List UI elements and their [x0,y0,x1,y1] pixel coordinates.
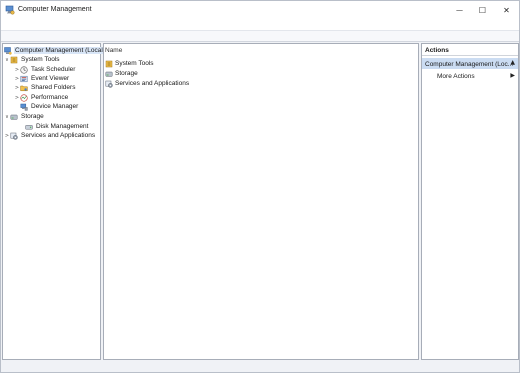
tree-item-label: Storage [21,113,44,120]
tree-item-services-and-applications[interactable]: > Services and Applications [4,131,96,140]
status-bar [1,362,519,372]
tree-item-label: Task Scheduler [31,66,76,73]
storage-icon [105,71,113,77]
list-item-label: Services and Applications [115,80,190,87]
shared-folders-icon [20,85,28,91]
more-actions-item[interactable]: More Actions ▶ [422,72,518,82]
submenu-arrow-icon: ▶ [510,72,515,79]
tree-item-label: Event Viewer [31,75,70,82]
tree-item-label: Performance [31,94,69,101]
services-icon [105,80,113,88]
tree-item-label: Device Manager [31,103,79,110]
tree-item-performance[interactable]: > Performance [14,93,69,102]
system-tools-icon [105,60,113,67]
storage-icon [10,114,18,120]
title-bar[interactable]: Computer Management — ☐ ✕ [1,1,519,20]
tree-item-label: Services and Applications [21,132,96,139]
list-item-label: System Tools [115,60,154,67]
close-icon: ✕ [503,5,510,15]
tree-item-storage[interactable]: ∨ Storage [4,112,45,121]
tree-item-label: Computer Management (Local) [14,47,106,54]
minimize-icon: — [456,6,463,14]
collapse-arrow-icon[interactable]: ▲ [510,59,515,66]
system-tools-icon [10,56,18,63]
actions-header: Actions [422,44,518,56]
minimize-button[interactable]: — [448,1,471,19]
clock-icon [20,65,28,74]
disk-management-icon [25,124,33,129]
actions-pane[interactable] [421,43,519,360]
maximize-button[interactable]: ☐ [471,1,494,19]
tree-item-computer-management[interactable]: Computer Management (Local) [4,46,106,55]
maximize-icon: ☐ [478,5,487,15]
device-manager-icon [20,103,28,111]
tree-item-label: Disk Management [36,123,89,130]
tree-item-task-scheduler[interactable]: > Task Scheduler [14,65,76,74]
computer-management-app-icon [5,5,15,15]
tree-item-disk-management[interactable]: Disk Management [25,122,89,131]
list-item-label: Storage [115,70,138,77]
more-actions-label: More Actions [437,73,475,80]
actions-section-label: Computer Management (Loc... [425,61,514,68]
menu-bar[interactable] [1,20,519,30]
results-list-pane[interactable] [103,43,419,360]
computer-management-window: Computer Management — ☐ ✕ Computer Manag… [0,0,520,373]
list-item[interactable]: Services and Applications [105,79,189,88]
column-header-name[interactable]: Name [105,47,122,54]
actions-section-computer-management[interactable]: Computer Management (Loc... ▲ [422,58,518,69]
event-viewer-icon [20,75,28,82]
tree-item-event-viewer[interactable]: > Event Viewer [14,74,70,83]
tree-item-label: System Tools [21,56,60,63]
computer-management-icon [4,46,12,55]
list-item[interactable]: System Tools [105,59,154,68]
tree-item-system-tools[interactable]: ∨ System Tools [4,55,61,64]
toolbar[interactable] [1,30,519,42]
list-item[interactable]: Storage [105,69,138,78]
performance-icon [20,93,28,102]
window-title: Computer Management [18,6,92,13]
services-icon [10,132,18,140]
close-button[interactable]: ✕ [495,1,518,19]
tree-item-label: Shared Folders [31,84,76,91]
tree-item-shared-folders[interactable]: > Shared Folders [14,83,76,92]
tree-item-device-manager[interactable]: Device Manager [20,102,79,111]
